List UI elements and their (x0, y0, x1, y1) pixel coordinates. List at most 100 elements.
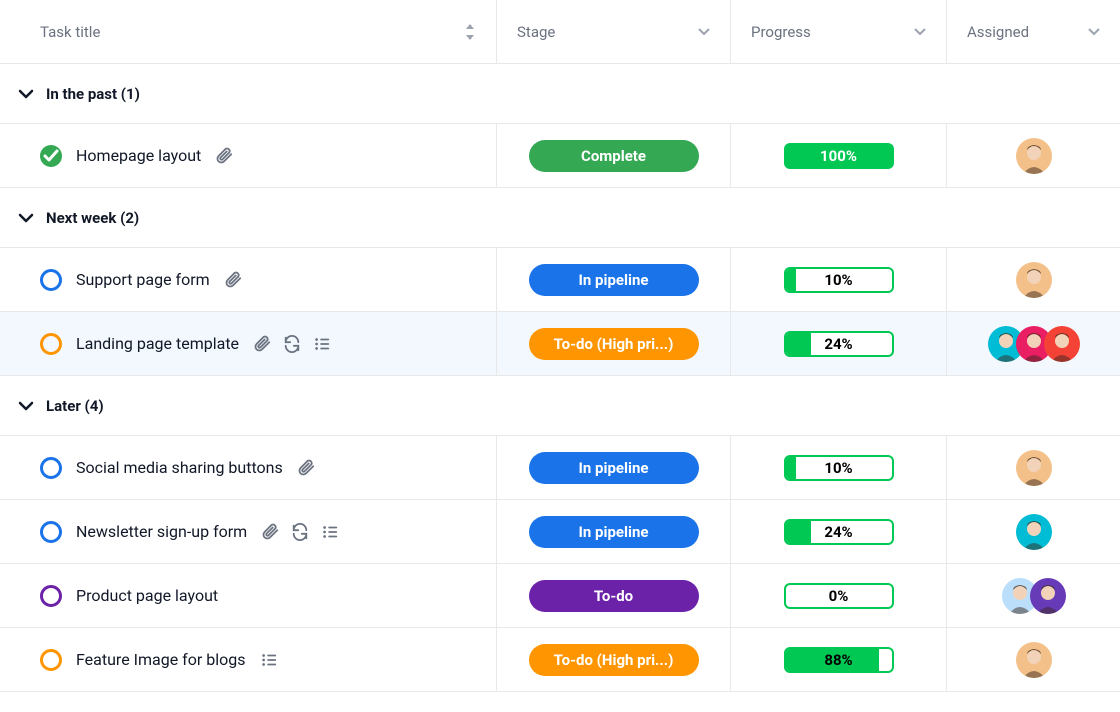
table-row[interactable]: Homepage layout Complete 100% (0, 124, 1120, 188)
meta-icons (297, 459, 315, 477)
subtasks-icon (313, 335, 331, 353)
avatar[interactable] (1016, 450, 1052, 486)
sort-icon[interactable] (464, 24, 476, 40)
progress-text: 10% (824, 271, 852, 289)
attachment-icon (253, 335, 271, 353)
task-title[interactable]: Product page layout (76, 586, 218, 605)
cell-title: Landing page template (0, 312, 496, 375)
attachment-icon (297, 459, 315, 477)
column-header-label: Stage (517, 23, 555, 41)
recurring-icon (291, 523, 309, 541)
avatar-stack[interactable] (1016, 138, 1052, 174)
status-circle[interactable] (40, 649, 62, 671)
stage-pill[interactable]: In pipeline (529, 264, 699, 296)
progress-bar[interactable]: 24% (784, 331, 894, 357)
avatar-stack[interactable] (1016, 642, 1052, 678)
cell-stage: Complete (496, 124, 730, 187)
group-header[interactable]: Later (4) (0, 376, 1120, 436)
column-header-assigned[interactable]: Assigned (946, 0, 1120, 63)
attachment-icon (261, 523, 279, 541)
cell-assigned (946, 312, 1120, 375)
group-header[interactable]: Next week (2) (0, 188, 1120, 248)
status-circle[interactable] (40, 333, 62, 355)
avatar-stack[interactable] (1016, 514, 1052, 550)
cell-assigned (946, 628, 1120, 691)
cell-title: Product page layout (0, 564, 496, 627)
progress-bar[interactable]: 24% (784, 519, 894, 545)
progress-fill (786, 457, 797, 479)
stage-pill[interactable]: To-do (529, 580, 699, 612)
avatar-stack[interactable] (1016, 262, 1052, 298)
table-row[interactable]: Social media sharing buttons In pipeline 1… (0, 436, 1120, 500)
status-circle[interactable] (40, 521, 62, 543)
dropdown-icon[interactable] (914, 28, 926, 36)
table-row[interactable]: Product page layout To-do 0% (0, 564, 1120, 628)
group-header[interactable]: In the past (1) (0, 64, 1120, 124)
group-label: In the past (1) (46, 85, 140, 103)
cell-assigned (946, 500, 1120, 563)
table-row[interactable]: Feature Image for blogs To-do (High pri..… (0, 628, 1120, 692)
cell-assigned (946, 124, 1120, 187)
progress-bar[interactable]: 88% (784, 647, 894, 673)
progress-text: 100% (820, 147, 857, 165)
task-title[interactable]: Social media sharing buttons (76, 458, 283, 477)
cell-stage: To-do (High pri...) (496, 628, 730, 691)
cell-title: Homepage layout (0, 124, 496, 187)
progress-bar[interactable]: 10% (784, 455, 894, 481)
meta-icons (253, 335, 331, 353)
cell-title: Social media sharing buttons (0, 436, 496, 499)
attachment-icon (224, 271, 242, 289)
progress-bar[interactable]: 0% (784, 583, 894, 609)
column-header-title[interactable]: Task title (0, 0, 496, 63)
task-title[interactable]: Support page form (76, 270, 210, 289)
avatar[interactable] (1016, 138, 1052, 174)
progress-text: 10% (824, 459, 852, 477)
column-header-stage[interactable]: Stage (496, 0, 730, 63)
task-title[interactable]: Homepage layout (76, 146, 201, 165)
avatar[interactable] (1016, 262, 1052, 298)
stage-pill[interactable]: Complete (529, 140, 699, 172)
avatar[interactable] (1030, 578, 1066, 614)
avatar[interactable] (1016, 514, 1052, 550)
column-header-label: Task title (40, 23, 100, 41)
column-header-progress[interactable]: Progress (730, 0, 946, 63)
dropdown-icon[interactable] (698, 28, 710, 36)
task-title[interactable]: Newsletter sign-up form (76, 522, 247, 541)
status-circle[interactable] (40, 585, 62, 607)
meta-icons (260, 651, 278, 669)
stage-pill[interactable]: To-do (High pri...) (529, 644, 699, 676)
cell-title: Newsletter sign-up form (0, 500, 496, 563)
cell-progress: 10% (730, 248, 946, 311)
cell-assigned (946, 564, 1120, 627)
status-circle[interactable] (40, 145, 62, 167)
progress-bar[interactable]: 100% (784, 143, 894, 169)
cell-progress: 10% (730, 436, 946, 499)
progress-fill (786, 269, 797, 291)
cell-progress: 24% (730, 500, 946, 563)
table-row[interactable]: Newsletter sign-up form In pipeline 24% (0, 500, 1120, 564)
meta-icons (215, 147, 233, 165)
chevron-down-icon (16, 396, 36, 416)
avatar-stack[interactable] (1002, 578, 1066, 614)
table-row[interactable]: Support page form In pipeline 10% (0, 248, 1120, 312)
task-title[interactable]: Landing page template (76, 334, 239, 353)
cell-assigned (946, 248, 1120, 311)
avatar-stack[interactable] (1016, 450, 1052, 486)
progress-bar[interactable]: 10% (784, 267, 894, 293)
chevron-down-icon (16, 208, 36, 228)
progress-text: 24% (824, 523, 852, 541)
avatar[interactable] (1016, 642, 1052, 678)
avatar[interactable] (1044, 326, 1080, 362)
stage-pill[interactable]: To-do (High pri...) (529, 328, 699, 360)
meta-icons (261, 523, 339, 541)
table-row[interactable]: Landing page template To-do (High pri...)… (0, 312, 1120, 376)
progress-text: 88% (824, 651, 852, 669)
stage-pill[interactable]: In pipeline (529, 452, 699, 484)
task-title[interactable]: Feature Image for blogs (76, 650, 246, 669)
dropdown-icon[interactable] (1088, 28, 1100, 36)
status-circle[interactable] (40, 269, 62, 291)
stage-pill[interactable]: In pipeline (529, 516, 699, 548)
cell-stage: To-do (496, 564, 730, 627)
status-circle[interactable] (40, 457, 62, 479)
avatar-stack[interactable] (988, 326, 1080, 362)
